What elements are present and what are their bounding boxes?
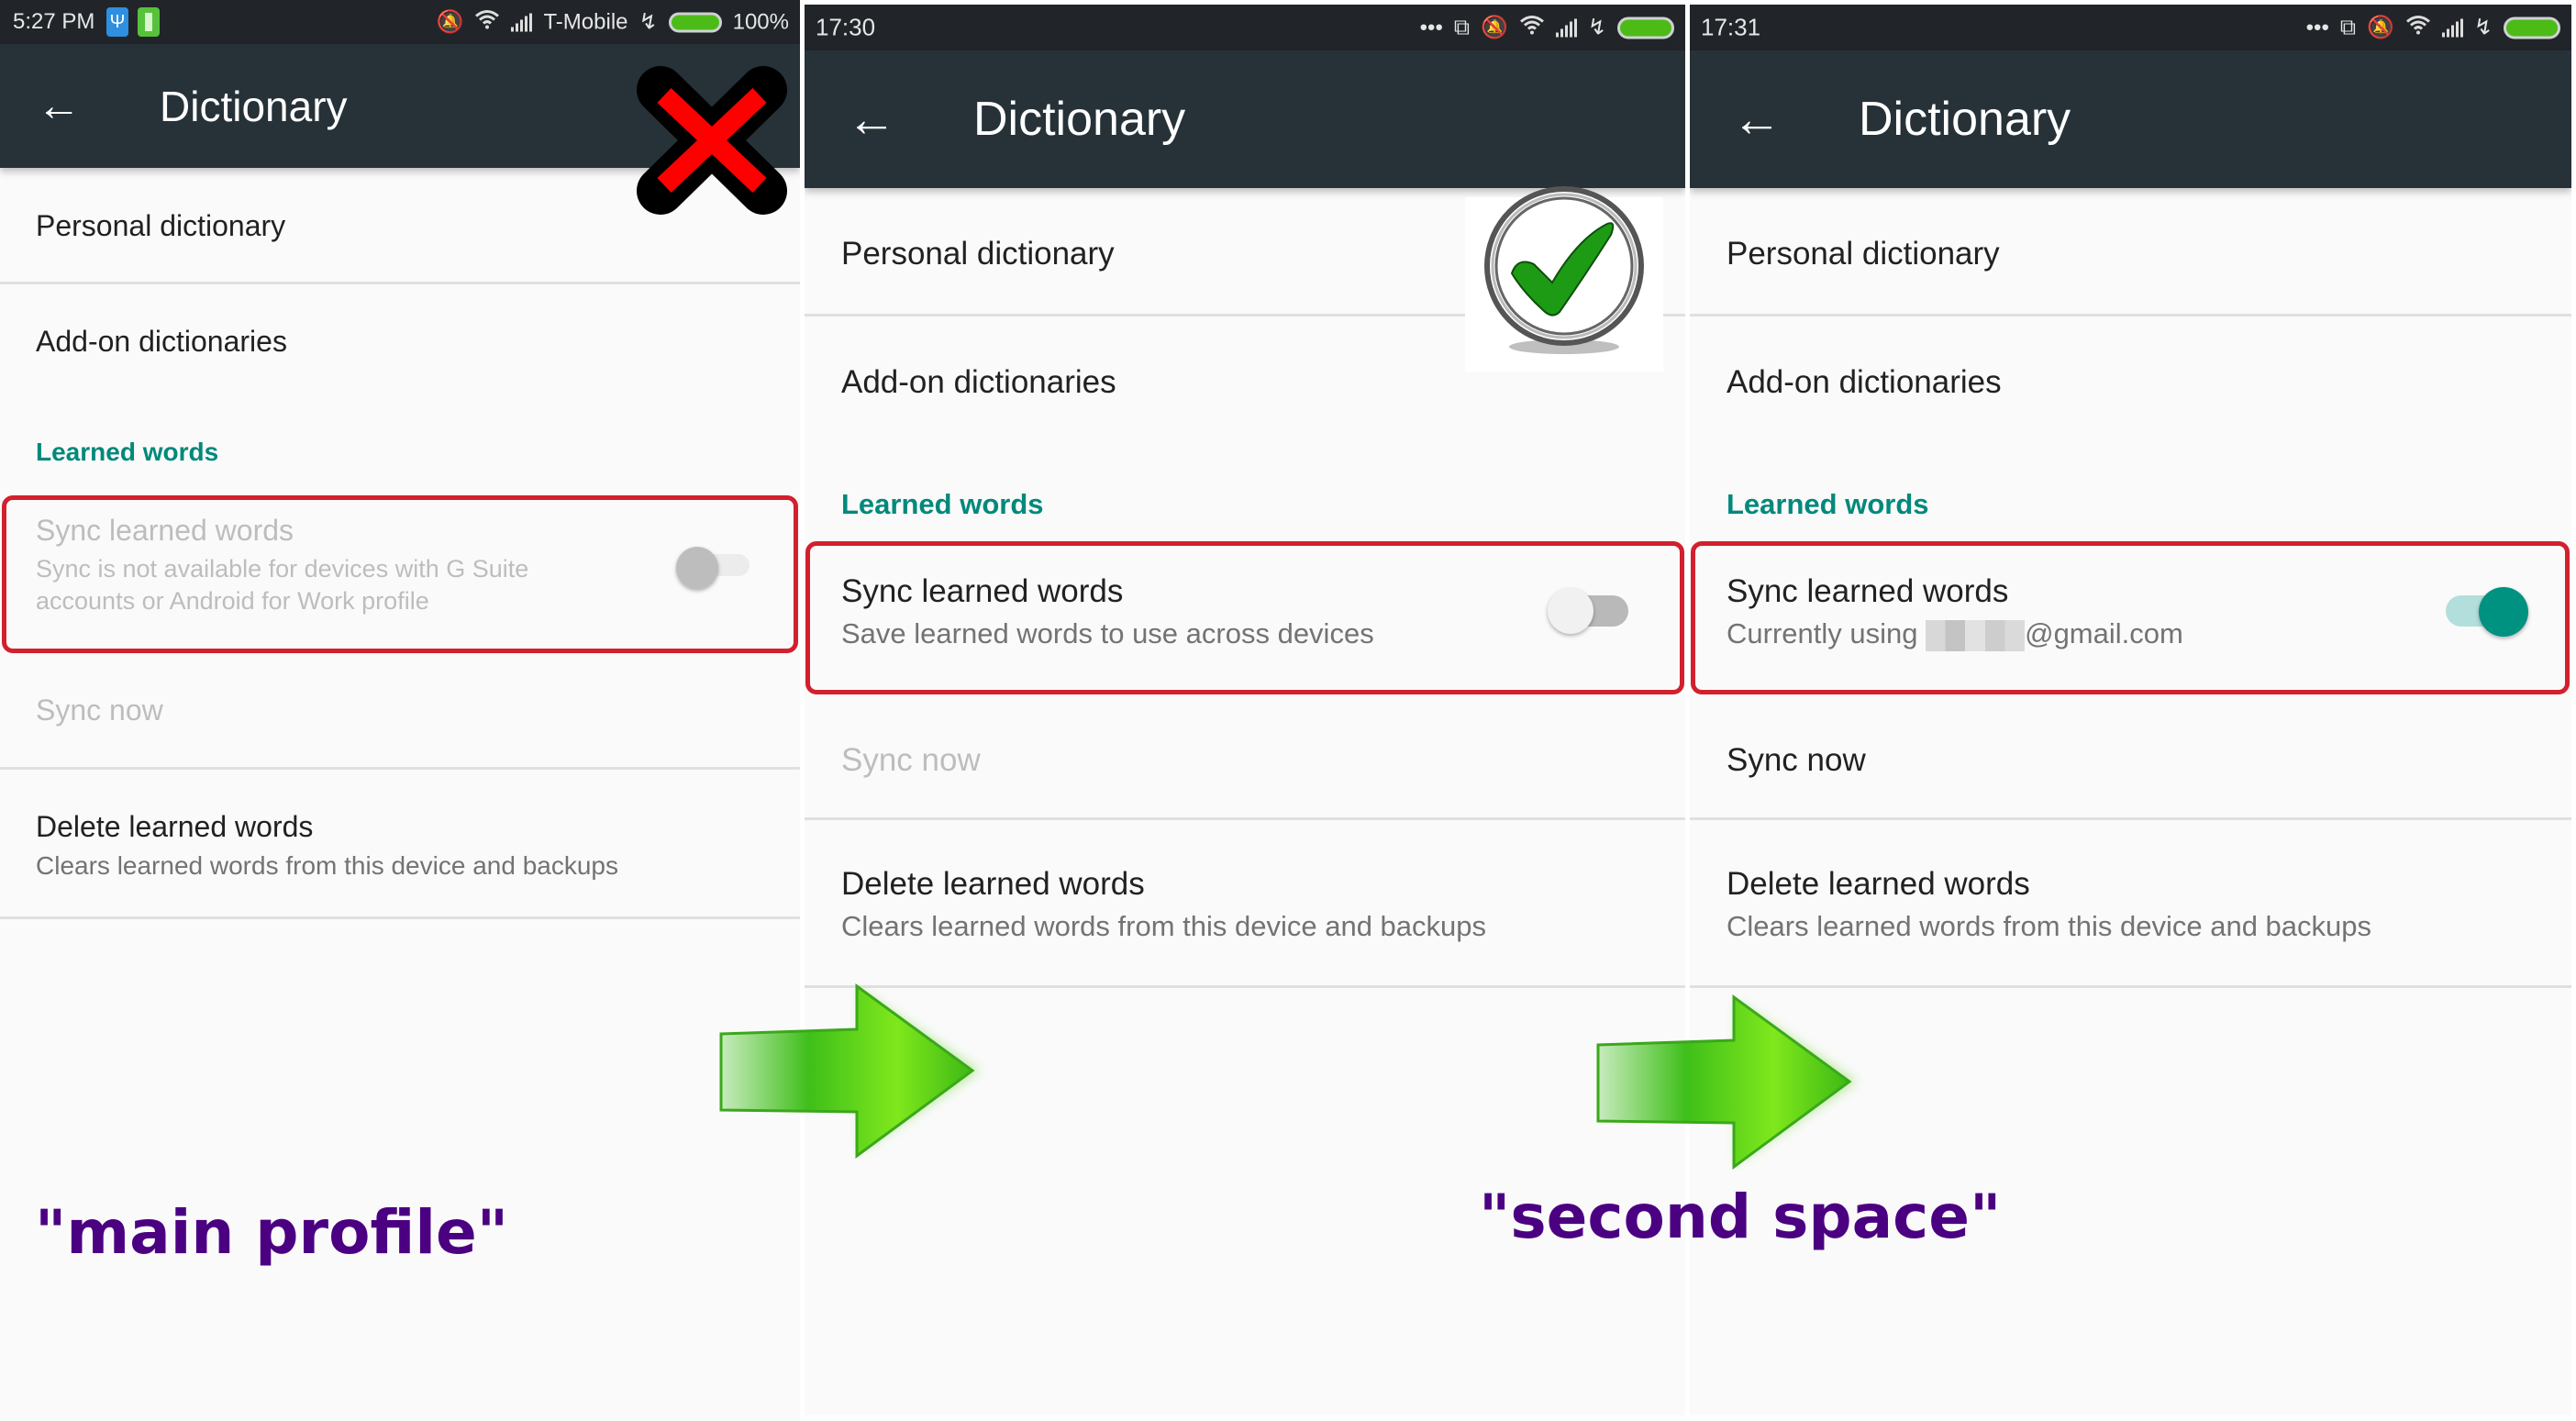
back-arrow-icon[interactable]: ← bbox=[1732, 94, 1782, 144]
highlight-box bbox=[2, 495, 798, 653]
rotate-icon: ⧉ bbox=[1453, 15, 1470, 39]
item-title: Sync now bbox=[1727, 742, 1866, 778]
sync-now-item[interactable]: Sync now bbox=[1690, 694, 2571, 817]
sync-now-item: Sync now bbox=[0, 653, 800, 769]
addon-dictionaries-item[interactable]: Add-on dictionaries bbox=[1690, 316, 2571, 454]
page-title: Dictionary bbox=[160, 82, 348, 130]
delete-learned-words-item[interactable]: Delete learned words Clears learned word… bbox=[0, 770, 800, 916]
signal-icon bbox=[1555, 18, 1577, 37]
divider bbox=[1690, 985, 2571, 988]
status-time: 5:27 PM bbox=[13, 9, 95, 34]
wifi-icon bbox=[1519, 15, 1545, 41]
item-title: Sync now bbox=[841, 742, 981, 778]
status-time: 17:30 bbox=[816, 13, 876, 41]
charging-icon: ↯ bbox=[2473, 15, 2493, 40]
item-title: Sync now bbox=[36, 694, 163, 727]
more-dots-icon: ••• bbox=[2305, 15, 2329, 39]
item-subtitle: Clears learned words from this device an… bbox=[36, 851, 618, 880]
divider bbox=[0, 916, 800, 919]
status-bar: 17:31 ••• ⧉ 🔕 ↯ bbox=[1690, 5, 2571, 50]
item-title: Add-on dictionaries bbox=[1727, 364, 2002, 400]
status-bar: 17:30 ••• ⧉ 🔕 ↯ bbox=[805, 5, 1685, 50]
mute-icon: 🔕 bbox=[2367, 15, 2394, 40]
green-arrow-right-icon bbox=[1596, 994, 1857, 1170]
charging-icon: ↯ bbox=[638, 9, 658, 35]
item-title: Delete learned words bbox=[841, 866, 1145, 902]
highlight-box bbox=[1691, 541, 2570, 694]
app-bar: ← Dictionary bbox=[1690, 50, 2571, 188]
delete-learned-words-item[interactable]: Delete learned words Clears learned word… bbox=[805, 820, 1685, 985]
wifi-icon bbox=[2405, 15, 2431, 41]
page-title: Dictionary bbox=[973, 93, 1186, 146]
section-header-learned-words: Learned words bbox=[36, 438, 219, 466]
personal-dictionary-item[interactable]: Personal dictionary bbox=[1690, 188, 2571, 314]
mute-icon: 🔕 bbox=[436, 9, 464, 35]
item-title: Add-on dictionaries bbox=[841, 364, 1116, 400]
back-arrow-icon[interactable]: ← bbox=[847, 94, 896, 144]
addon-dictionaries-item[interactable]: Add-on dictionaries bbox=[0, 284, 800, 404]
item-title: Delete learned words bbox=[1727, 866, 2030, 902]
sync-now-item: Sync now bbox=[805, 694, 1685, 817]
wifi-icon bbox=[474, 9, 500, 36]
item-title: Personal dictionary bbox=[1727, 236, 2000, 272]
back-arrow-icon[interactable]: ← bbox=[37, 83, 81, 128]
section-header-learned-words: Learned words bbox=[841, 488, 1044, 520]
item-subtitle: Clears learned words from this device an… bbox=[841, 910, 1487, 942]
item-title: Delete learned words bbox=[36, 810, 314, 843]
signal-icon bbox=[511, 13, 533, 31]
battery-icon bbox=[668, 12, 722, 32]
status-time: 17:31 bbox=[1701, 13, 1761, 41]
green-arrow-right-icon bbox=[719, 983, 980, 1159]
status-bar: 5:27 PM Ψ 🔕 T-Mobile ↯ 100% bbox=[0, 0, 800, 44]
mute-icon: 🔕 bbox=[1481, 15, 1508, 40]
page-title: Dictionary bbox=[1859, 93, 2071, 146]
app-bar: ← Dictionary bbox=[805, 50, 1685, 188]
battery-saver-icon bbox=[138, 7, 160, 37]
battery-icon bbox=[1617, 17, 1674, 39]
highlight-box bbox=[805, 541, 1684, 694]
item-subtitle: Clears learned words from this device an… bbox=[1727, 910, 2372, 942]
red-x-mark-icon bbox=[637, 66, 787, 215]
more-dots-icon: ••• bbox=[1419, 15, 1443, 39]
charging-icon: ↯ bbox=[1587, 15, 1606, 40]
section-header-learned-words: Learned words bbox=[1727, 488, 1929, 520]
green-checkmark-icon bbox=[1484, 186, 1644, 354]
delete-learned-words-item[interactable]: Delete learned words Clears learned word… bbox=[1690, 820, 2571, 985]
signal-icon bbox=[2441, 18, 2463, 37]
item-title: Add-on dictionaries bbox=[36, 325, 287, 358]
carrier-name: T-Mobile bbox=[543, 9, 628, 34]
item-title: Personal dictionary bbox=[841, 236, 1115, 272]
usb-icon: Ψ bbox=[106, 7, 128, 37]
battery-icon bbox=[2504, 17, 2560, 39]
annotation-second-space: "second space" bbox=[1479, 1182, 2002, 1252]
rotate-icon: ⧉ bbox=[2339, 15, 2356, 39]
battery-percent: 100% bbox=[732, 9, 789, 34]
annotation-main-profile: "main profile" bbox=[35, 1197, 509, 1268]
item-title: Personal dictionary bbox=[36, 209, 286, 242]
